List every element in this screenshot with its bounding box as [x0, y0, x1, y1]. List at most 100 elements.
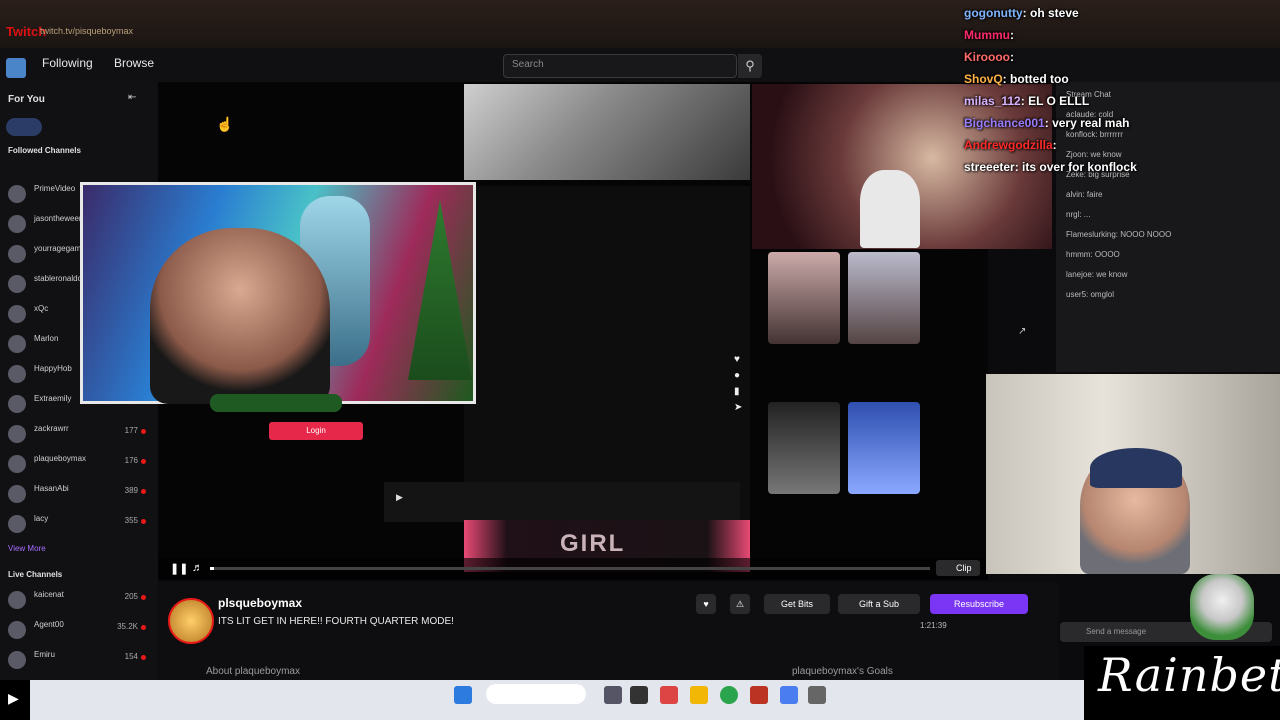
chat-message: alvin: faire — [1066, 190, 1103, 199]
play-icon[interactable]: ▶ — [8, 690, 19, 707]
bookmark-icon[interactable]: ▮ — [734, 384, 744, 400]
chrome-icon[interactable] — [720, 686, 738, 704]
viewer-count: 205 — [124, 592, 138, 601]
viewer-count: 176 — [124, 456, 138, 465]
app-icon[interactable] — [780, 686, 798, 704]
chat-separator: : — [1052, 138, 1057, 152]
channel-avatar — [8, 455, 26, 473]
overlay-chat-line: Mummu: — [964, 28, 1014, 42]
app-icon[interactable] — [750, 686, 768, 704]
live-channel[interactable]: Agent00 35.2K — [4, 618, 154, 644]
about-link[interactable]: About plaqueboymax — [206, 666, 300, 677]
overlay-chat-line: streeeter: its over for konflock — [964, 160, 1137, 174]
chat-input-placeholder: Send a message — [1086, 627, 1147, 636]
video-thumbnail[interactable] — [768, 252, 840, 344]
subscribe-button[interactable]: Resubscribe — [930, 594, 1028, 614]
sidebar-channel[interactable]: lacy 355 — [4, 512, 154, 538]
chat-username[interactable]: Kiroooo — [964, 50, 1010, 64]
chat-message: Zjoon: we know — [1066, 150, 1122, 159]
nav-following[interactable]: Following — [42, 56, 93, 70]
taskbar-search[interactable] — [486, 684, 586, 704]
expand-icon[interactable]: ↗ — [1018, 326, 1026, 337]
chat-username[interactable]: gogonutty — [964, 6, 1023, 20]
volume-icon[interactable]: ♬ — [192, 562, 203, 574]
channel-avatar[interactable] — [168, 598, 214, 644]
channel-name: HappyHob — [34, 364, 72, 373]
collapse-icon[interactable]: ⇤ — [128, 92, 136, 103]
login-button[interactable]: Login — [269, 422, 363, 440]
file-icon[interactable] — [630, 686, 648, 704]
overlay-chat-line: Andrewgodzilla: — [964, 138, 1057, 152]
nav-browse[interactable]: Browse — [114, 56, 154, 70]
video-thumbnail[interactable] — [848, 402, 920, 494]
channel-avatar — [8, 591, 26, 609]
viewer-count: 154 — [124, 652, 138, 661]
channel-avatar — [8, 305, 26, 323]
windows-start-icon[interactable] — [454, 686, 472, 704]
channel-name: Extraemily — [34, 394, 72, 403]
twitch-logo-icon[interactable] — [6, 58, 26, 78]
search-icon[interactable]: ⚲ — [738, 54, 762, 78]
sidebar-followed-header: Followed Channels — [8, 146, 81, 155]
pause-icon[interactable]: ❚❚ — [170, 562, 188, 575]
chat-username[interactable]: streeeter — [964, 160, 1015, 174]
live-channel[interactable]: kaicenat 205 — [4, 588, 154, 614]
channel-avatar — [8, 215, 26, 233]
feed-actions[interactable]: ♥ ● ▮ ➤ — [734, 352, 744, 462]
play-icon[interactable]: ▶ — [396, 492, 403, 503]
live-channel[interactable]: Emiru 154 — [4, 648, 154, 674]
steam-icon[interactable] — [808, 686, 826, 704]
heart-icon[interactable]: ♥ — [734, 352, 744, 368]
avatar[interactable] — [6, 118, 42, 136]
share-icon[interactable]: ➤ — [734, 400, 744, 416]
channel-avatar — [8, 621, 26, 639]
progress-fill — [210, 567, 214, 570]
folder-icon[interactable] — [690, 686, 708, 704]
sidebar-channel[interactable]: plaqueboymax 176 — [4, 452, 154, 478]
channel-name: HasanAbi — [34, 484, 69, 493]
video-thumbnail[interactable] — [768, 402, 840, 494]
browser-titlebar — [0, 0, 1280, 48]
channel-avatar — [8, 185, 26, 203]
chat-username[interactable]: Bigchance001 — [964, 116, 1045, 130]
sidebar-for-you[interactable]: For You — [8, 94, 45, 105]
chat-username[interactable]: Mummu — [964, 28, 1010, 42]
chat-separator: : — [1020, 94, 1029, 108]
notification-bell-icon[interactable]: ⚠ — [730, 594, 750, 614]
video-feed-pane — [464, 186, 750, 521]
chat-username[interactable]: milas_112 — [964, 94, 1021, 108]
overlay-chat-line: Bigchance001: very real mah — [964, 116, 1129, 130]
get-bits-button[interactable]: Get Bits — [764, 594, 830, 614]
sidebar-channel[interactable]: HasanAbi 389 — [4, 482, 154, 508]
stream-timestamp: 1:21:39 — [920, 621, 947, 630]
browser-url[interactable]: twitch.tv/pisqueboymax — [40, 26, 133, 36]
video-thumbnail[interactable] — [848, 252, 920, 344]
feed-controls[interactable] — [384, 482, 740, 522]
stream-title: ITS LIT GET IN HERE!! FOURTH QUARTER MOD… — [218, 616, 454, 627]
goals-link[interactable]: plaqueboymax's Goals — [792, 666, 893, 677]
chat-text: botted too — [1010, 72, 1069, 86]
sidebar-live-header: Live Channels — [8, 570, 63, 579]
chat-message: konflock: brrrrrrr — [1066, 130, 1123, 139]
chat-separator: : — [1010, 50, 1014, 64]
channel-name: zackrawrr — [34, 424, 69, 433]
app-icon[interactable] — [660, 686, 678, 704]
gift-sub-button[interactable]: Gift a Sub — [838, 594, 920, 614]
follow-heart-icon[interactable]: ♥ — [696, 594, 716, 614]
channel-avatar — [8, 651, 26, 669]
chat-username[interactable]: Andrewgodzilla — [964, 138, 1053, 152]
progress-bar[interactable] — [210, 567, 930, 570]
channel-avatar — [8, 245, 26, 263]
live-dot-icon — [141, 655, 146, 660]
chat-text: EL O ELLL — [1028, 94, 1090, 108]
comment-icon[interactable]: ● — [734, 368, 744, 384]
view-more-link[interactable]: View More — [8, 544, 46, 553]
clip-button[interactable]: Clip — [936, 560, 980, 576]
channel-name[interactable]: plsqueboymax — [218, 596, 302, 610]
channel-avatar — [8, 365, 26, 383]
live-dot-icon — [141, 459, 146, 464]
chat-username[interactable]: ShovQ — [964, 72, 1003, 86]
channel-avatar — [8, 335, 26, 353]
sidebar-channel[interactable]: zackrawrr 177 — [4, 422, 154, 448]
taskview-icon[interactable] — [604, 686, 622, 704]
